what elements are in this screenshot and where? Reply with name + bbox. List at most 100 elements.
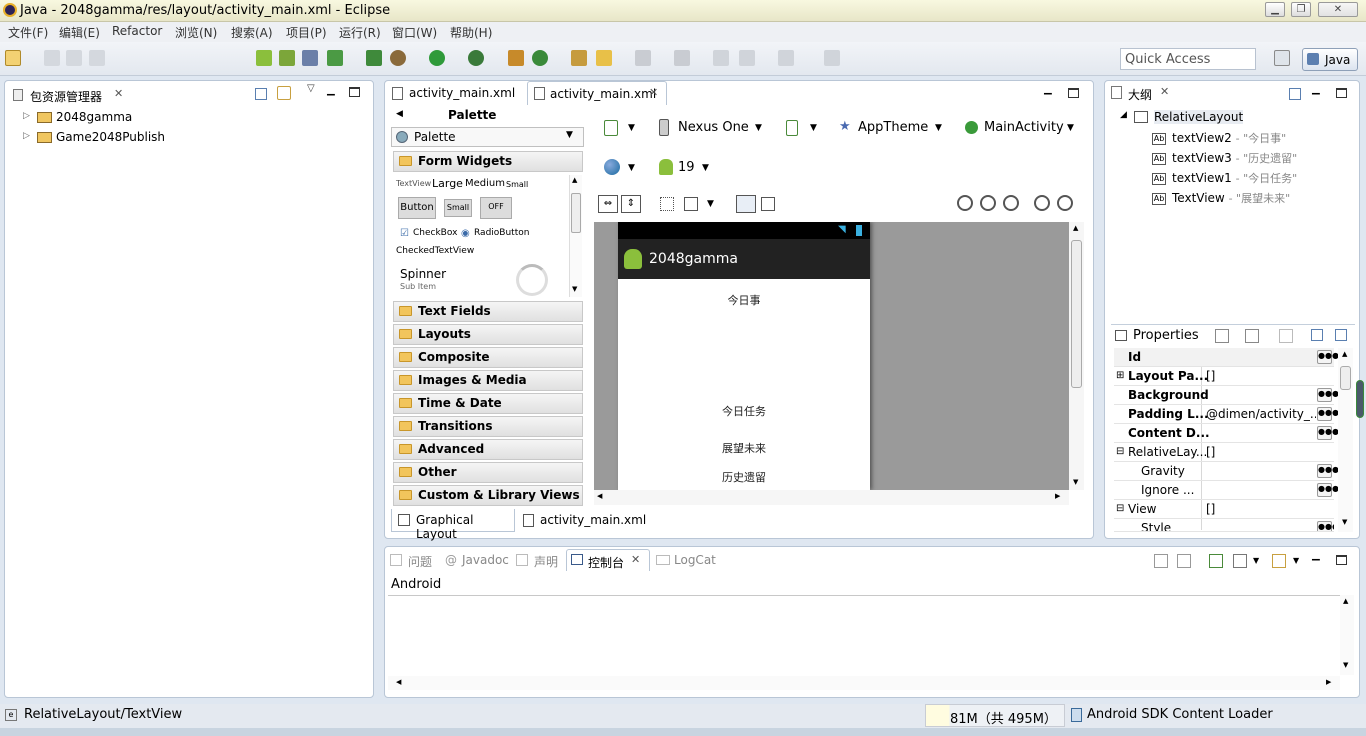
- property-row[interactable]: Padding L... @dimen/activity_... ●●●: [1114, 405, 1339, 424]
- edit-button[interactable]: ●●●: [1317, 464, 1339, 478]
- sash-handle[interactable]: [1356, 380, 1364, 418]
- spinner-widget[interactable]: Spinner: [400, 267, 446, 281]
- outline-tab[interactable]: 大纲 ✕: [1108, 84, 1178, 104]
- large-text-widget[interactable]: Large: [432, 177, 463, 190]
- toggle-guides-icon[interactable]: [736, 195, 756, 213]
- palette-category-form-widgets[interactable]: Form Widgets: [393, 151, 583, 172]
- palette-category[interactable]: Layouts: [393, 324, 583, 345]
- quick-access-input[interactable]: Quick Access: [1120, 48, 1256, 70]
- chevron-down-icon[interactable]: ▼: [1067, 123, 1074, 133]
- console-tab-javadoc[interactable]: @ Javadoc: [443, 552, 509, 570]
- link-editor-icon[interactable]: [277, 86, 291, 100]
- scroll-up-icon[interactable]: ▲: [572, 176, 577, 184]
- scroll-thumb[interactable]: [1071, 240, 1082, 388]
- scroll-thumb[interactable]: [1340, 366, 1351, 390]
- prev-annotation-icon[interactable]: [674, 50, 690, 66]
- new-class-icon[interactable]: [366, 50, 382, 66]
- trash-icon[interactable]: [1071, 708, 1082, 722]
- package-explorer-tab[interactable]: 包资源管理器 ✕: [11, 86, 131, 106]
- property-row[interactable]: Gravity ●●●: [1114, 462, 1339, 481]
- expand-minus-icon[interactable]: ⊟: [1116, 446, 1124, 457]
- api-level-selector[interactable]: 19: [678, 160, 695, 175]
- property-row[interactable]: ⊟ RelativeLay...[]: [1114, 443, 1334, 462]
- avd-manager-icon[interactable]: [279, 50, 295, 66]
- canvas-horizontal-scrollbar[interactable]: ◀ ▶: [594, 490, 1069, 505]
- chevron-down-icon[interactable]: ▼: [1293, 556, 1299, 565]
- menu-navigate[interactable]: 浏览(N): [175, 24, 217, 41]
- pin-editor-icon[interactable]: [824, 50, 840, 66]
- zoom-out-icon[interactable]: [957, 195, 973, 211]
- textview-widget[interactable]: TextView: [396, 179, 431, 188]
- new-icon[interactable]: [5, 50, 21, 66]
- collapse-icon[interactable]: [1335, 329, 1347, 341]
- palette-category[interactable]: Images & Media: [393, 370, 583, 391]
- property-value[interactable]: []: [1206, 445, 1316, 459]
- palette-dropdown[interactable]: Palette ▼: [391, 127, 584, 147]
- expand-arrow-icon[interactable]: ▷: [23, 131, 30, 141]
- chevron-down-icon[interactable]: ▼: [935, 123, 942, 133]
- zoom-fit-icon[interactable]: [980, 195, 996, 211]
- maximize-view-icon[interactable]: [1336, 88, 1347, 98]
- activity-selector[interactable]: MainActivity: [984, 120, 1064, 135]
- palette-category[interactable]: Custom & Library Views: [393, 485, 583, 506]
- fit-width-icon[interactable]: ⇔: [598, 195, 618, 213]
- outline-item[interactable]: Ab TextView - "展望未来": [1152, 190, 1290, 206]
- expand-layout-icon[interactable]: [684, 197, 698, 211]
- clip-icon[interactable]: [761, 197, 775, 211]
- scroll-down-icon[interactable]: ▼: [572, 285, 577, 293]
- textview-history[interactable]: 历史遗留: [618, 469, 870, 485]
- open-type-icon[interactable]: [571, 50, 587, 66]
- console-vertical-scrollbar[interactable]: ▲ ▼: [1340, 595, 1354, 675]
- expand-minus-icon[interactable]: ⊟: [1116, 503, 1124, 514]
- textview-today[interactable]: 今日事: [618, 292, 870, 308]
- property-row[interactable]: ⊟ View []: [1114, 500, 1334, 519]
- palette-category[interactable]: Text Fields: [393, 301, 583, 322]
- console-output[interactable]: [388, 595, 1340, 675]
- edit-button[interactable]: ●●●: [1317, 350, 1339, 364]
- scroll-down-icon[interactable]: ▼: [1073, 478, 1078, 486]
- checkbox-widget[interactable]: CheckBox: [413, 228, 457, 238]
- palette-scrollbar[interactable]: ▲ ▼: [569, 175, 582, 297]
- outline-item[interactable]: Ab textView3 - "历史遗留": [1152, 150, 1297, 166]
- theme-selector[interactable]: AppTheme: [858, 120, 928, 135]
- expand-icon[interactable]: [1311, 329, 1323, 341]
- minimize-view-icon[interactable]: ▁: [1312, 550, 1320, 561]
- expand-plus-icon[interactable]: ⊞: [1116, 370, 1124, 381]
- minimize-view-icon[interactable]: ▁: [1312, 84, 1320, 95]
- new-package-icon[interactable]: [508, 50, 524, 66]
- categorize-icon[interactable]: [1215, 329, 1229, 343]
- palette-category[interactable]: Advanced: [393, 439, 583, 460]
- progress-spinner-icon[interactable]: [516, 264, 548, 296]
- property-row[interactable]: Background ●●●: [1114, 386, 1339, 405]
- external-tools-icon[interactable]: [468, 50, 484, 66]
- outline-root[interactable]: ◢ RelativeLayout: [1118, 108, 1248, 126]
- next-annotation-icon[interactable]: [635, 50, 651, 66]
- scroll-right-icon[interactable]: ▶: [1055, 492, 1060, 500]
- view-menu-icon[interactable]: ▽: [307, 83, 315, 94]
- locale-globe-icon[interactable]: [604, 159, 620, 175]
- edit-button[interactable]: ●●●: [1317, 521, 1334, 531]
- sort-icon[interactable]: [1245, 329, 1259, 343]
- medium-text-widget[interactable]: Medium: [465, 178, 505, 189]
- chevron-down-icon[interactable]: ▼: [707, 199, 714, 209]
- maximize-view-icon[interactable]: [1336, 555, 1347, 565]
- property-row[interactable]: Ignore ... ●●●: [1114, 481, 1339, 500]
- minimize-button[interactable]: ▁: [1265, 2, 1285, 17]
- console-tab-declaration[interactable]: 声明: [514, 552, 564, 570]
- chevron-down-icon[interactable]: ▼: [755, 123, 762, 133]
- scroll-up-icon[interactable]: ▲: [1342, 350, 1347, 358]
- expand-arrow-icon[interactable]: ▷: [23, 111, 30, 121]
- close-icon[interactable]: ✕: [114, 87, 123, 100]
- chevron-down-icon[interactable]: ▼: [702, 163, 709, 173]
- scroll-up-icon[interactable]: ▲: [1343, 597, 1348, 605]
- collapse-all-icon[interactable]: [1289, 88, 1301, 100]
- zoom-minus-icon[interactable]: [1034, 195, 1050, 211]
- new-java-class-icon[interactable]: [532, 50, 548, 66]
- console-horizontal-scrollbar[interactable]: ◀ ▶: [388, 676, 1340, 690]
- menu-help[interactable]: 帮助(H): [450, 24, 492, 41]
- search-icon[interactable]: [596, 50, 612, 66]
- orientation-icon[interactable]: [786, 120, 798, 136]
- open-perspective-icon[interactable]: [1274, 50, 1290, 66]
- chevron-down-icon[interactable]: ▼: [810, 123, 817, 133]
- tree-item[interactable]: ▷ 2048gamma: [21, 109, 221, 127]
